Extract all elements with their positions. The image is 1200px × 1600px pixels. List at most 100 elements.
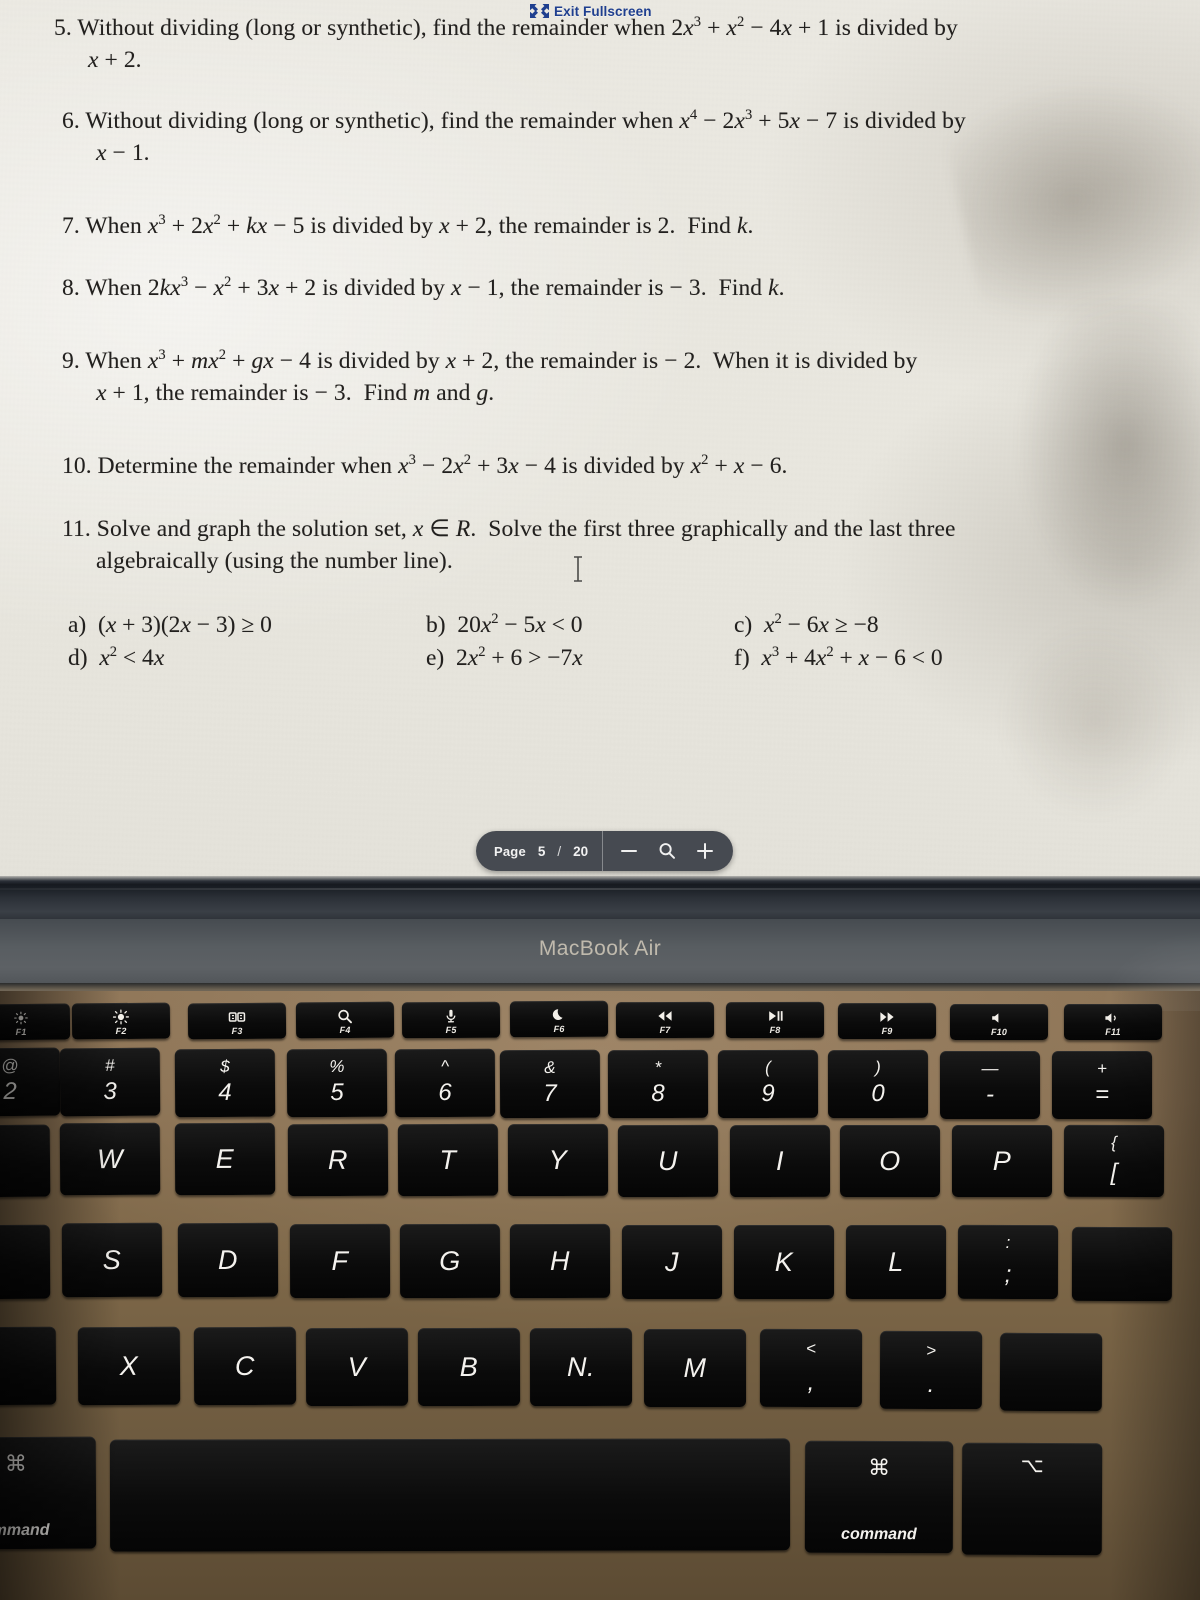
key-slash[interactable] bbox=[999, 1332, 1103, 1412]
key-9[interactable]: ( 9 bbox=[717, 1049, 819, 1119]
key-option-right[interactable]: ⌥ bbox=[961, 1442, 1103, 1556]
key-comma[interactable]: < , bbox=[759, 1328, 863, 1408]
key-top-symbol: + bbox=[1097, 1059, 1107, 1078]
key-u[interactable]: U bbox=[617, 1124, 719, 1197]
key-f1-label: F1 bbox=[15, 1026, 27, 1038]
subproblem-a: a) (x + 3)(2x − 3) ≥ 0 bbox=[68, 612, 398, 645]
page-separator: / bbox=[557, 843, 562, 859]
problem-6-expression: x4 − 2x3 + 5x − 7 bbox=[679, 107, 838, 134]
subproblem-c: c) x2 − 6x ≥ −8 bbox=[698, 612, 1038, 645]
key-command-right-label: command bbox=[841, 1525, 917, 1544]
problem-9-text-pre: When bbox=[85, 348, 148, 374]
key-m[interactable]: M bbox=[643, 1328, 747, 1407]
key-f3[interactable]: F3 bbox=[187, 1002, 287, 1040]
key-d[interactable]: D bbox=[177, 1223, 279, 1298]
key-q-partial[interactable] bbox=[0, 1124, 51, 1198]
key-4[interactable]: $ 4 bbox=[174, 1048, 276, 1117]
exit-fullscreen-button[interactable]: Exit Fullscreen bbox=[529, 3, 652, 19]
key-command-right[interactable]: ⌘ command bbox=[804, 1440, 954, 1554]
key-g[interactable]: G bbox=[399, 1223, 501, 1299]
problem-7: 7. When x3 + 2x2 + kx − 5 is divided by … bbox=[62, 212, 754, 239]
problem-8-text-pre: When bbox=[85, 275, 148, 301]
key-top-symbol: * bbox=[654, 1057, 662, 1077]
key-2[interactable]: @ 2 bbox=[0, 1047, 61, 1117]
problem-9-expression: x3 + mx2 + gx − 4 bbox=[147, 347, 311, 374]
problem-6: 6. Without dividing (long or synthetic),… bbox=[62, 105, 1172, 170]
key-f5[interactable]: F5 bbox=[401, 1001, 501, 1038]
key-f7[interactable]: F7 bbox=[615, 1001, 715, 1039]
key-semicolon[interactable]: : ; bbox=[957, 1224, 1059, 1300]
key-h[interactable]: H bbox=[509, 1224, 611, 1299]
key-7[interactable]: & 7 bbox=[499, 1049, 601, 1118]
key-3[interactable]: # 3 bbox=[59, 1047, 161, 1117]
problem-11-number: 11. bbox=[62, 516, 91, 542]
key-f[interactable]: F bbox=[289, 1223, 391, 1298]
key-z-partial[interactable] bbox=[0, 1326, 57, 1406]
key-minus[interactable]: — - bbox=[939, 1050, 1041, 1119]
key-y[interactable]: Y bbox=[507, 1124, 609, 1197]
key-v[interactable]: V bbox=[305, 1327, 409, 1406]
screen-bezel bbox=[0, 885, 1200, 923]
key-top-symbol: & bbox=[544, 1057, 556, 1077]
key-b[interactable]: B bbox=[417, 1327, 521, 1407]
key-p[interactable]: P bbox=[952, 1125, 1052, 1198]
key-f10[interactable]: F10 bbox=[949, 1003, 1049, 1040]
problem-7-expression: x3 + 2x2 + kx − 5 bbox=[147, 212, 305, 239]
key-a-partial[interactable] bbox=[0, 1224, 51, 1300]
key-main-symbol: 0 bbox=[871, 1080, 885, 1108]
key-main-symbol: 2 bbox=[3, 1077, 17, 1106]
key-i[interactable]: I bbox=[729, 1124, 831, 1197]
key-period[interactable]: > . bbox=[879, 1330, 983, 1410]
exit-fullscreen-icon bbox=[529, 3, 550, 19]
key-0[interactable]: ) 0 bbox=[827, 1050, 929, 1119]
key-l[interactable]: L bbox=[845, 1225, 947, 1300]
subproblem-f: f) x3 + 4x2 + x − 6 < 0 bbox=[698, 645, 1038, 678]
key-s[interactable]: S bbox=[61, 1222, 163, 1298]
key-e[interactable]: E bbox=[174, 1122, 276, 1196]
key-r[interactable]: R bbox=[287, 1123, 389, 1196]
mute-icon bbox=[950, 1010, 1048, 1026]
key-quote[interactable] bbox=[1071, 1226, 1173, 1302]
current-page-value[interactable]: 5 bbox=[538, 844, 546, 859]
key-w[interactable]: W bbox=[59, 1122, 161, 1196]
key-f8[interactable]: F8 bbox=[725, 1002, 825, 1039]
key-5[interactable]: % 5 bbox=[286, 1048, 388, 1118]
key-k[interactable]: K bbox=[734, 1224, 834, 1299]
key-f4[interactable]: F4 bbox=[295, 1001, 395, 1039]
key-c[interactable]: C bbox=[193, 1327, 297, 1406]
key-spacebar[interactable] bbox=[109, 1438, 791, 1552]
key-j[interactable]: J bbox=[621, 1224, 723, 1299]
key-f7-label: F7 bbox=[659, 1024, 671, 1035]
problem-11-line2: algebraically (using the number line). bbox=[96, 548, 453, 575]
key-main-symbol: = bbox=[1094, 1081, 1109, 1108]
key-o[interactable]: O bbox=[839, 1125, 941, 1198]
key-main-symbol: . bbox=[927, 1370, 935, 1399]
key-f8-label: F8 bbox=[769, 1025, 781, 1036]
key-f2[interactable]: F2 bbox=[71, 1002, 171, 1040]
key-f9[interactable]: F9 bbox=[837, 1002, 937, 1040]
key-t[interactable]: T bbox=[397, 1123, 499, 1197]
plus-icon[interactable] bbox=[695, 841, 715, 861]
magnifier-icon[interactable] bbox=[657, 841, 677, 861]
subproblem-f-expression: x3 + 4x2 + x − 6 < 0 bbox=[761, 644, 943, 671]
key-command-left[interactable]: ⌘ ommand bbox=[0, 1436, 97, 1550]
problem-8-expression: 2kx3 − x2 + 3x + 2 bbox=[147, 274, 317, 301]
key-6[interactable]: ^ 6 bbox=[394, 1048, 496, 1118]
key-letter: S bbox=[102, 1244, 122, 1275]
total-pages-value: 20 bbox=[573, 843, 589, 859]
minus-icon[interactable] bbox=[619, 841, 639, 861]
page-navigation-toolbar[interactable]: Page 5 / 20 bbox=[476, 831, 734, 871]
key-f6[interactable]: F6 bbox=[509, 1000, 609, 1038]
problem-7-text-pre: When bbox=[85, 213, 148, 239]
subproblem-grid: a) (x + 3)(2x − 3) ≥ 0 b) 20x2 − 5x < 0 … bbox=[68, 612, 1068, 678]
key-equals[interactable]: + = bbox=[1052, 1051, 1152, 1119]
key-x[interactable]: X bbox=[77, 1326, 181, 1406]
subproblem-d-expression: x2 < 4x bbox=[99, 644, 165, 671]
key-top-symbol: { bbox=[1111, 1132, 1117, 1153]
key-n[interactable]: N. bbox=[529, 1328, 633, 1407]
key-f1[interactable]: F1 bbox=[0, 1003, 71, 1041]
problem-6-number: 6. bbox=[62, 108, 80, 134]
key-8[interactable]: * 8 bbox=[607, 1049, 709, 1118]
key-bracket-left[interactable]: { [ bbox=[1063, 1124, 1165, 1198]
key-f11[interactable]: F11 bbox=[1064, 1004, 1162, 1041]
